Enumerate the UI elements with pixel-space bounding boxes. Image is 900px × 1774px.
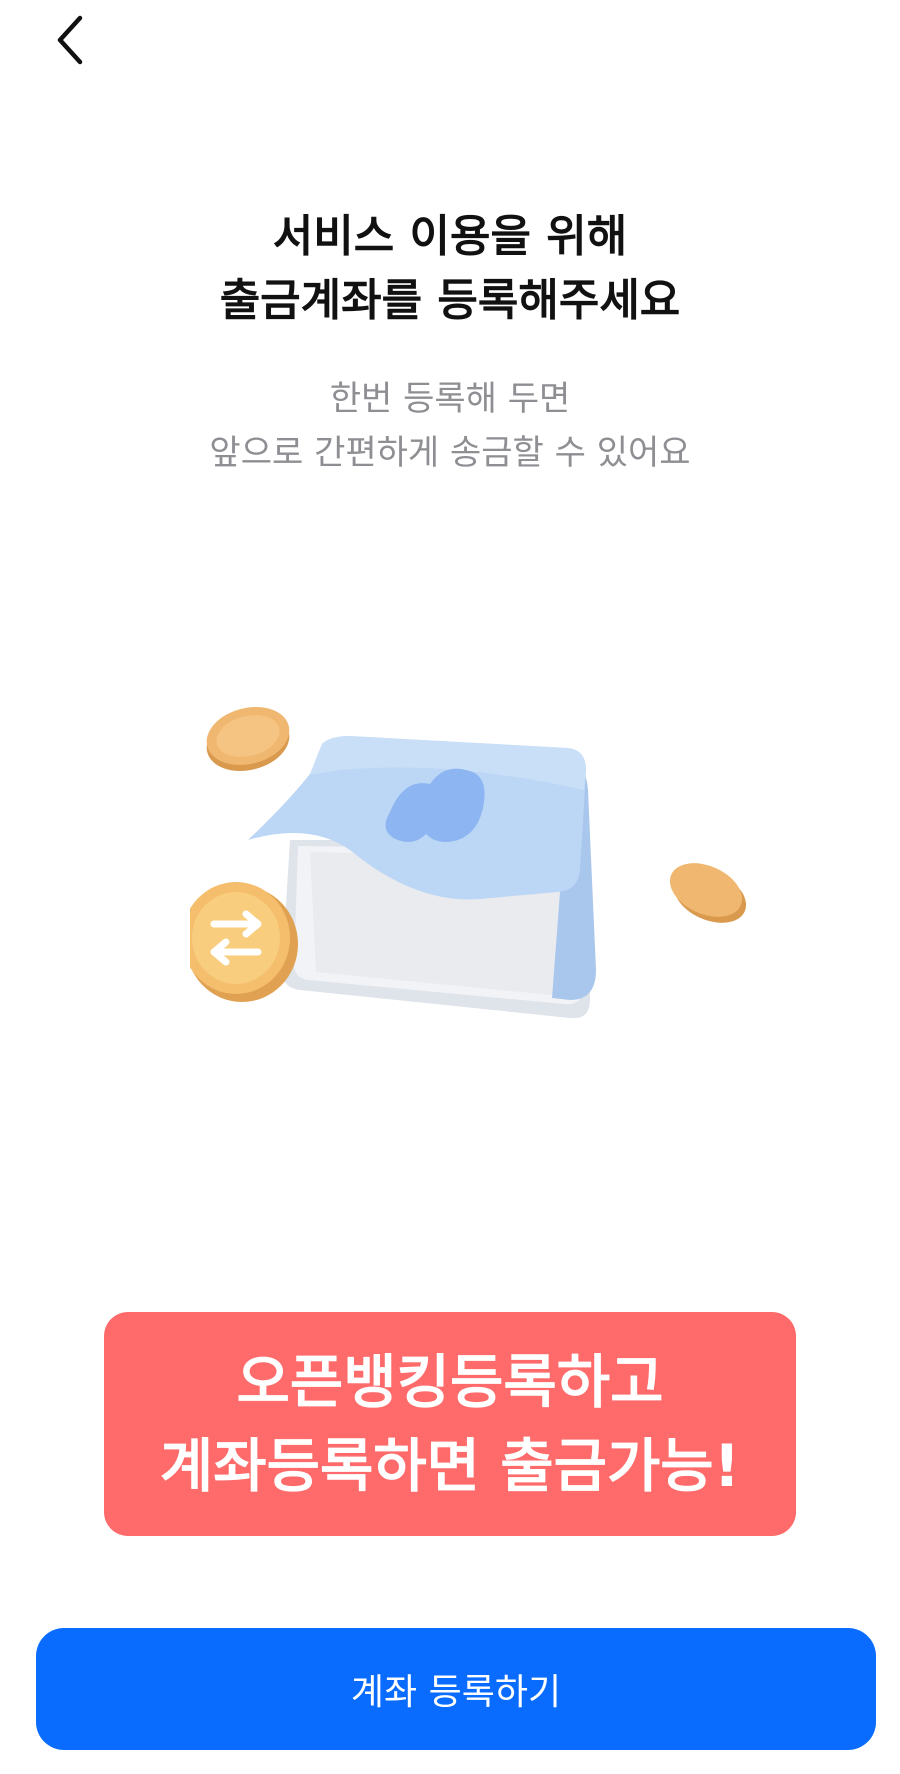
transfer-coin-icon (182, 882, 298, 1002)
register-account-button[interactable]: 계좌 등록하기 (36, 1628, 876, 1750)
page-subtitle: 한번 등록해 두면 앞으로 간편하게 송금할 수 있어요 (0, 372, 900, 480)
page-subtitle-line-1: 한번 등록해 두면 (329, 379, 571, 419)
back-button[interactable] (40, 10, 100, 70)
coin-right-icon (669, 863, 747, 923)
promo-line-1: 오픈뱅킹등록하고 (236, 1348, 664, 1416)
coin-small-icon (206, 706, 290, 772)
page-subtitle-line-2: 앞으로 간편하게 송금할 수 있어요 (209, 433, 691, 473)
wallet-icon (248, 736, 596, 1019)
page-title: 서비스 이용을 위해 출금계좌를 등록해주세요 (0, 205, 900, 333)
page-title-line-2: 출금계좌를 등록해주세요 (219, 275, 681, 326)
wallet-with-coins-illustration (182, 700, 770, 1040)
chevron-left-icon (57, 15, 83, 65)
promo-banner: 오픈뱅킹등록하고 계좌등록하면 출금가능! (104, 1312, 796, 1536)
wallet-with-coins-icon (182, 706, 747, 1019)
page-title-line-1: 서비스 이용을 위해 (272, 211, 628, 262)
promo-line-2: 계좌등록하면 출금가능! (159, 1432, 741, 1500)
